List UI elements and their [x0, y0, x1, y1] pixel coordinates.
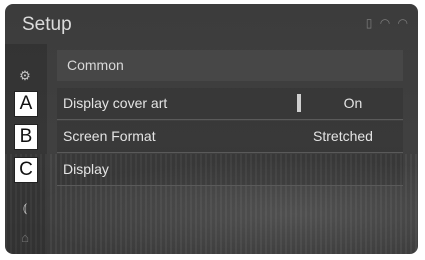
row-label: Display cover art [63, 95, 168, 111]
row-screen-format[interactable]: Screen Format Stretched [57, 121, 403, 153]
row-value[interactable]: On [313, 95, 393, 111]
page-title: Setup [22, 14, 72, 35]
row-value[interactable]: Stretched [293, 128, 393, 144]
row-label: Screen Format [63, 128, 156, 144]
divider [297, 94, 301, 112]
section-title: Common [67, 57, 124, 73]
gear-icon[interactable]: ⚙ [11, 68, 39, 84]
setup-screen: Setup ▯ ◠ ◠ ⚙ ᛒ ◀ ▯ ⦅ ⌂ Common Display c… [5, 4, 418, 254]
callout-b: B [14, 124, 38, 150]
status-bar: ▯ ◠ ◠ [366, 16, 410, 30]
callout-a: A [14, 91, 38, 117]
row-label: Display [63, 161, 109, 177]
wifi-icon: ◠ [379, 16, 393, 30]
phone-no-signal-icon: ▯ [365, 16, 375, 30]
voice-icon[interactable]: ⦅ [11, 200, 39, 216]
car-icon[interactable]: ⌂ [11, 230, 39, 245]
callout-c: C [14, 157, 38, 183]
section-header: Common [57, 50, 403, 81]
row-display[interactable]: Display [57, 154, 403, 186]
wifi-icon: ◠ [397, 16, 410, 30]
row-display-cover-art[interactable]: Display cover art On [57, 88, 403, 120]
